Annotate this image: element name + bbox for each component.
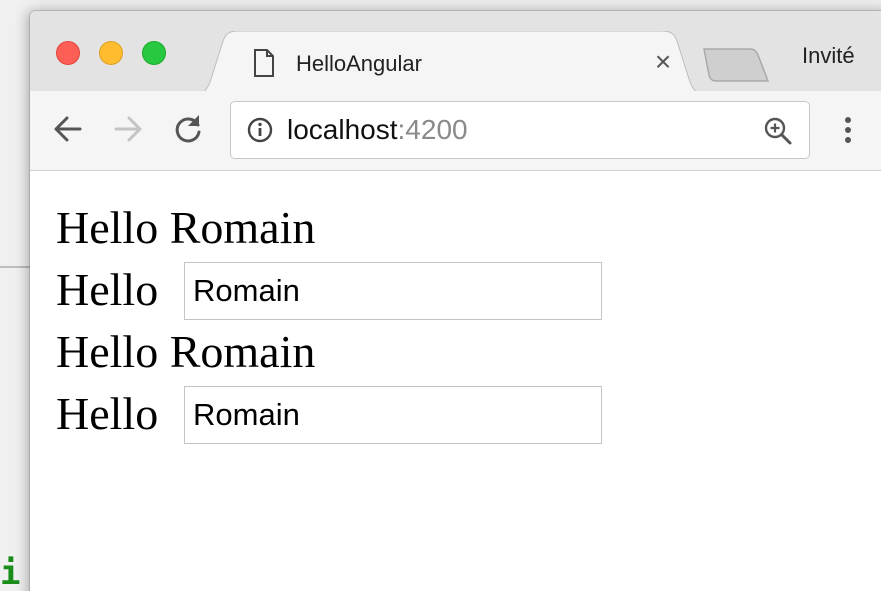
page-content: Hello Romain Hello Hello Romain Hello <box>30 171 881 591</box>
background-code-text: i <box>0 556 21 591</box>
address-bar[interactable]: localhost:4200 <box>230 101 810 159</box>
greeting-line-3: Hello Romain <box>56 325 315 379</box>
name-input-2[interactable] <box>184 386 602 444</box>
vertical-dots-icon[interactable] <box>836 113 860 149</box>
title-bar: HelloAngular × Invité <box>30 11 881 95</box>
tab-title: HelloAngular <box>296 51 422 76</box>
maximize-window-button[interactable] <box>142 41 166 65</box>
toolbar: localhost:4200 <box>30 91 881 171</box>
greeting-line-4: Hello <box>56 387 158 441</box>
info-icon[interactable] <box>247 117 273 143</box>
tab-close-icon[interactable]: × <box>648 47 678 77</box>
minimize-window-button[interactable] <box>99 41 123 65</box>
browser-window: HelloAngular × Invité localhost:4200 Hel… <box>30 11 881 591</box>
greeting-line-1: Hello Romain <box>56 201 315 255</box>
close-window-button[interactable] <box>56 41 80 65</box>
greeting-prefix: Hello <box>56 264 159 315</box>
greeting-prefix: Hello <box>56 326 159 377</box>
forward-arrow-icon[interactable] <box>110 111 146 147</box>
url-host: localhost <box>287 114 398 145</box>
greeting-prefix: Hello <box>56 202 159 253</box>
reload-icon[interactable] <box>170 111 206 147</box>
greeting-prefix: Hello <box>56 388 159 439</box>
url-text: localhost:4200 <box>287 114 468 146</box>
tab-hello-angular[interactable]: HelloAngular × <box>190 31 710 95</box>
new-tab-button[interactable] <box>698 47 778 83</box>
zoom-in-icon[interactable] <box>763 116 793 146</box>
greeting-name: Romain <box>169 326 316 377</box>
url-port: :4200 <box>397 114 468 145</box>
desktop: i HelloAngular × Invité localhost:4200 H… <box>0 0 881 591</box>
greeting-name: Romain <box>169 202 316 253</box>
page-icon <box>254 49 274 77</box>
greeting-line-2: Hello <box>56 263 158 317</box>
name-input-1[interactable] <box>184 262 602 320</box>
back-arrow-icon[interactable] <box>50 111 86 147</box>
profile-label[interactable]: Invité <box>802 41 855 71</box>
